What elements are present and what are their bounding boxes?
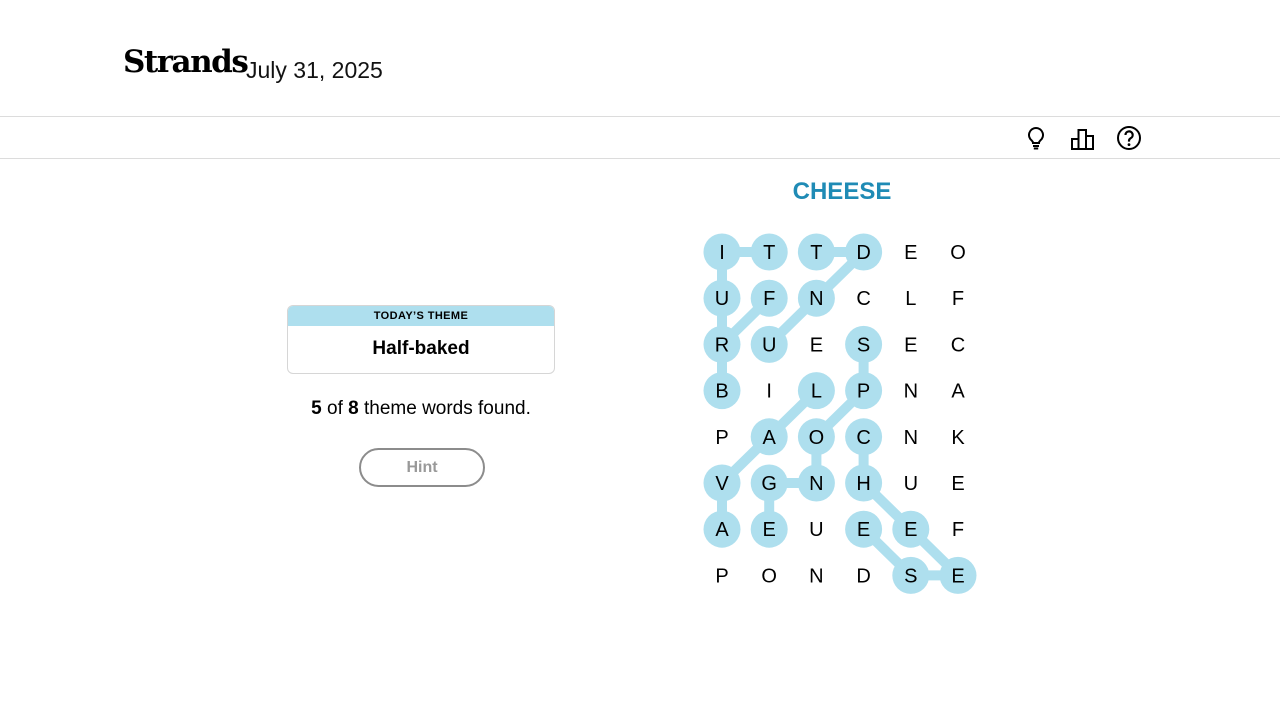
grid-letter[interactable]: R bbox=[715, 334, 729, 356]
grid-letter[interactable]: D bbox=[856, 242, 870, 264]
grid-letter[interactable]: N bbox=[904, 427, 918, 449]
grid-letter[interactable]: U bbox=[809, 519, 823, 541]
grid-letter[interactable]: P bbox=[715, 427, 728, 449]
grid-letter[interactable]: A bbox=[715, 519, 729, 541]
grid-letter[interactable]: E bbox=[904, 334, 917, 356]
grid-letter[interactable]: A bbox=[951, 381, 965, 403]
grid-letter[interactable]: U bbox=[715, 288, 729, 310]
grid-letter[interactable]: F bbox=[763, 288, 775, 310]
grid-letter[interactable]: N bbox=[809, 565, 823, 587]
grid-letter[interactable]: U bbox=[904, 473, 918, 495]
grid-letter[interactable]: C bbox=[856, 288, 870, 310]
grid-letter[interactable]: O bbox=[950, 242, 966, 264]
grid-letter[interactable]: C bbox=[856, 427, 870, 449]
grid-letter[interactable]: I bbox=[719, 242, 725, 264]
grid-letter[interactable]: E bbox=[810, 334, 823, 356]
grid-letter[interactable]: E bbox=[763, 519, 776, 541]
grid-letter[interactable]: P bbox=[715, 565, 728, 587]
grid-letter[interactable]: V bbox=[715, 473, 729, 495]
grid-letter[interactable]: D bbox=[856, 565, 870, 587]
grid-letter[interactable]: P bbox=[857, 381, 870, 403]
grid-letter[interactable]: F bbox=[952, 288, 964, 310]
grid-letter[interactable]: C bbox=[951, 334, 965, 356]
grid-letter[interactable]: T bbox=[763, 242, 775, 264]
grid-letter[interactable]: B bbox=[715, 381, 728, 403]
grid-letter[interactable]: N bbox=[904, 381, 918, 403]
grid-letter[interactable]: E bbox=[951, 565, 964, 587]
grid-letter[interactable]: E bbox=[904, 519, 917, 541]
grid-letter[interactable]: H bbox=[856, 473, 870, 495]
grid-letter[interactable]: E bbox=[904, 242, 917, 264]
letter-grid: I T T D E O U F N C L F R U E S E C B I L P N A P A O C N K V G N H U E A E U E… bbox=[703, 233, 977, 594]
grid-letter[interactable]: S bbox=[857, 334, 870, 356]
grid-letter[interactable]: O bbox=[809, 427, 825, 449]
grid-letter[interactable]: O bbox=[761, 565, 777, 587]
grid-letter[interactable]: U bbox=[762, 334, 776, 356]
grid-letter[interactable]: L bbox=[811, 381, 822, 403]
grid-letter[interactable]: K bbox=[951, 427, 965, 449]
grid-letter[interactable]: E bbox=[857, 519, 870, 541]
grid-letter[interactable]: S bbox=[904, 565, 917, 587]
grid-letter[interactable]: E bbox=[951, 473, 964, 495]
grid-letter[interactable]: G bbox=[761, 473, 777, 495]
grid-letter[interactable]: I bbox=[766, 381, 772, 403]
grid-letter[interactable]: N bbox=[809, 473, 823, 495]
grid-letter[interactable]: L bbox=[905, 288, 916, 310]
grid-letter[interactable]: T bbox=[810, 242, 822, 264]
grid-letter[interactable]: N bbox=[809, 288, 823, 310]
grid-letter[interactable]: A bbox=[763, 427, 777, 449]
grid-letter[interactable]: F bbox=[952, 519, 964, 541]
